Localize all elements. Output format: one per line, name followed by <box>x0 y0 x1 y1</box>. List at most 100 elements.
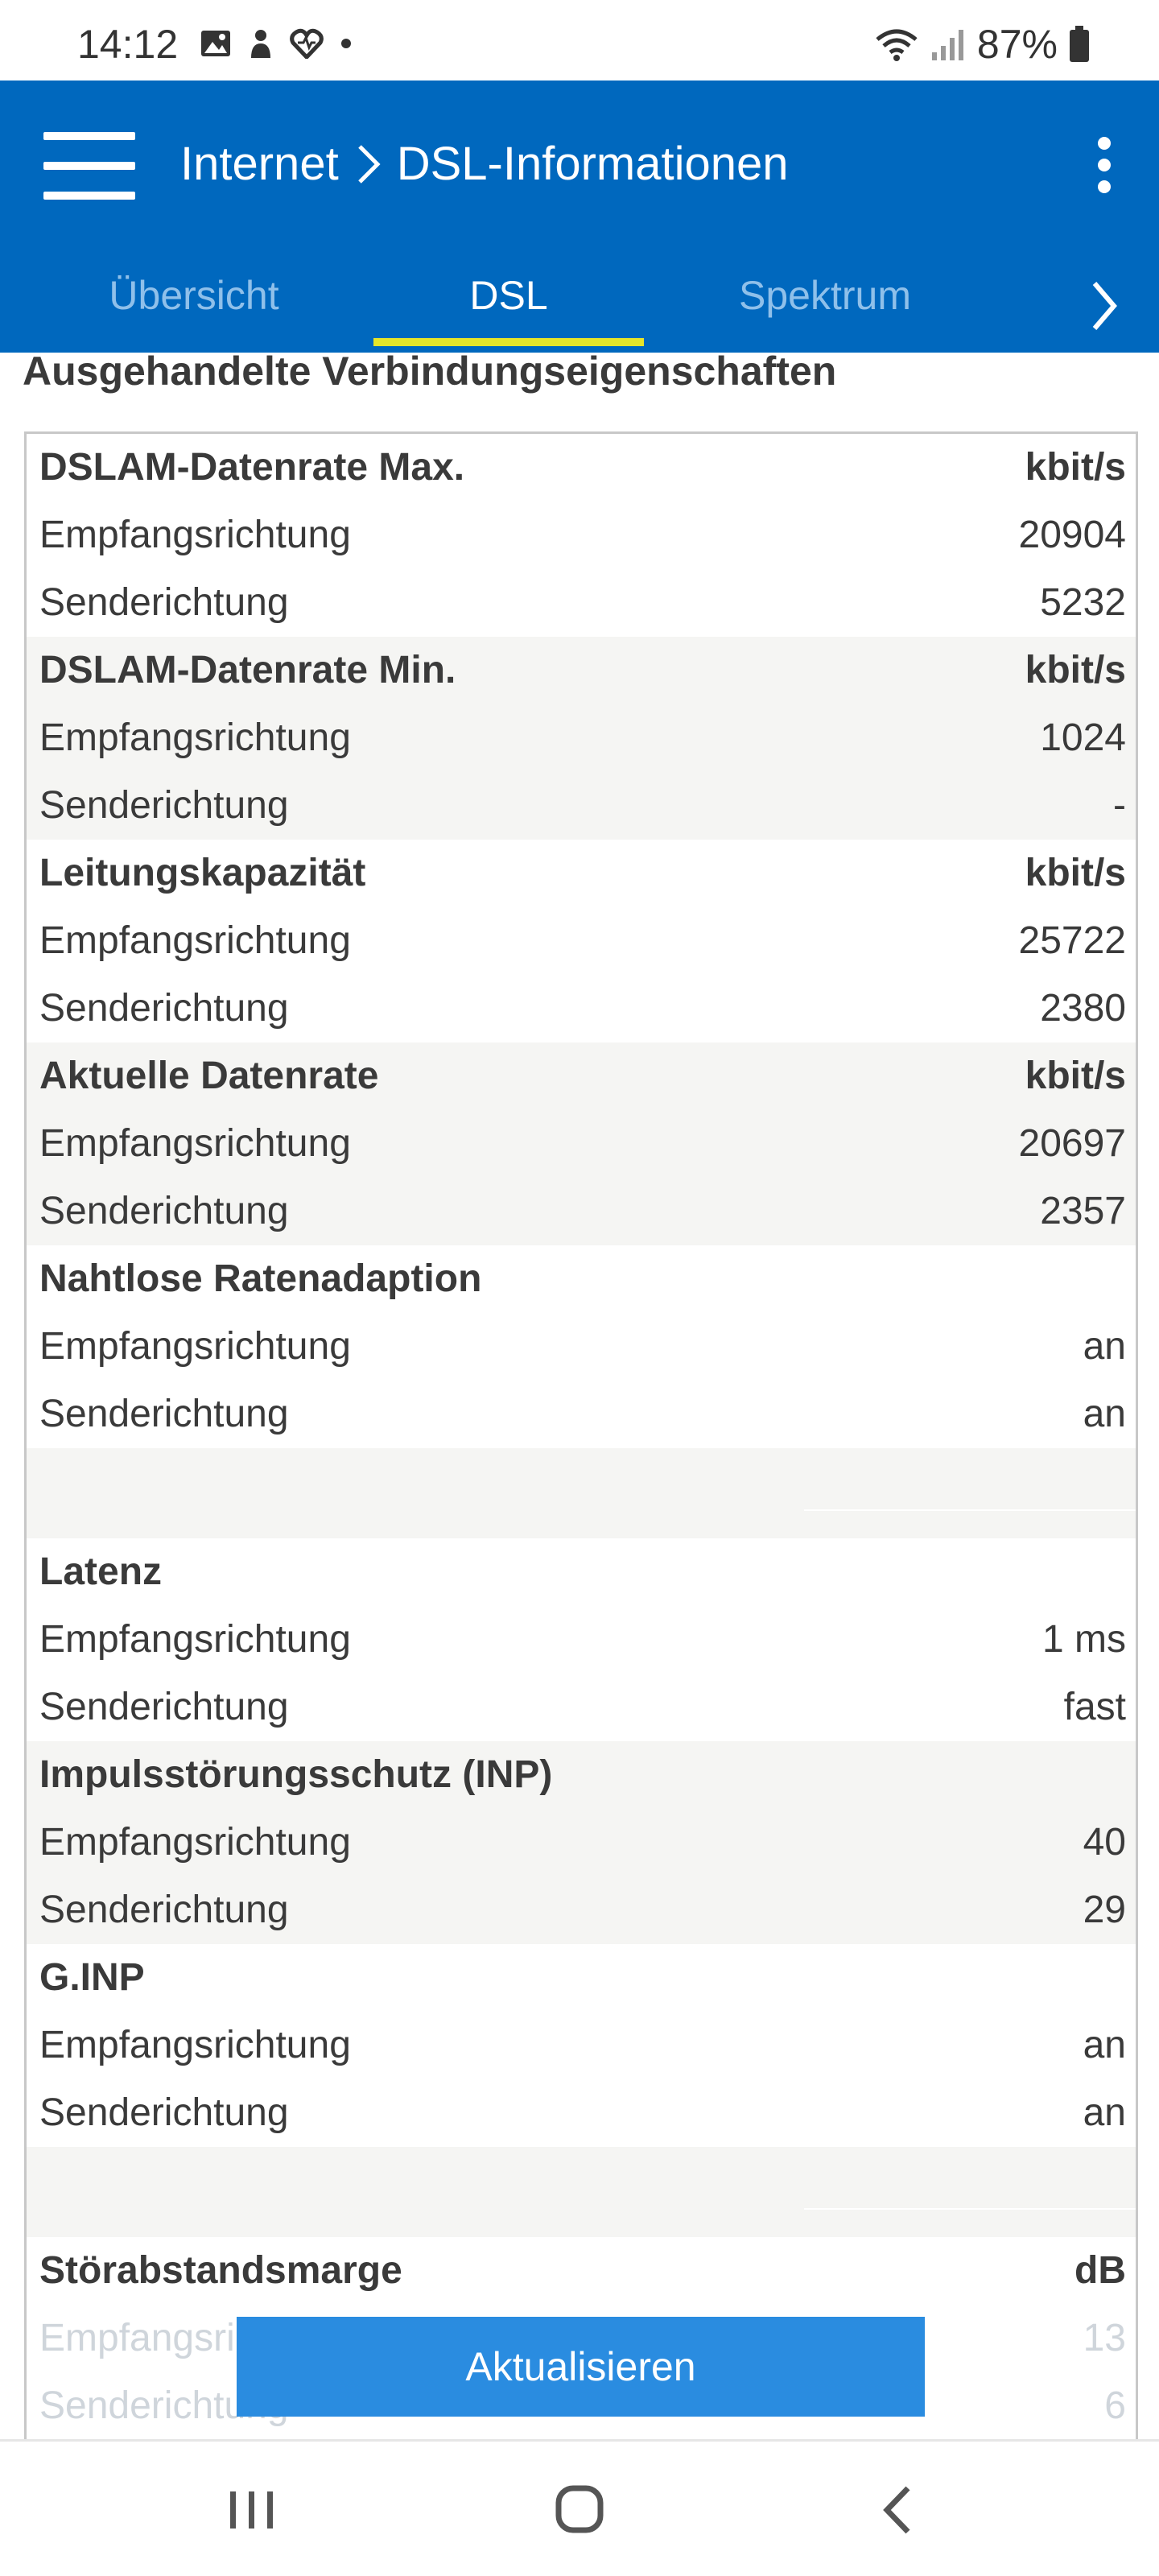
group-title: Impulsstörungsschutz (INP) <box>39 1753 553 1796</box>
group-title: Störabstandsmarge <box>39 2249 402 2292</box>
table-row: Empfangsrichtung 1 ms <box>27 1606 1136 1674</box>
section-title: Ausgehandelte Verbindungseigenschaften <box>23 349 837 394</box>
home-icon[interactable] <box>547 2482 612 2538</box>
table-row: Senderichtung 2357 <box>27 1178 1136 1245</box>
chevron-right-icon[interactable] <box>1079 274 1127 338</box>
row-value: 29 <box>1083 1889 1126 1931</box>
row-value: 6 <box>1104 2384 1126 2427</box>
group-unit: kbit/s <box>1025 852 1126 894</box>
group-title: Latenz <box>39 1550 163 1593</box>
menu-icon[interactable] <box>43 132 135 200</box>
table-row: Nahtlose Ratenadaption <box>27 1245 1136 1313</box>
breadcrumb-dsl-informationen: DSL-Informationen <box>396 138 789 190</box>
table-row: Senderichtung an <box>27 2079 1136 2147</box>
status-system: 87% <box>874 21 1090 68</box>
table-spacer <box>27 2147 1136 2237</box>
breadcrumb-internet[interactable]: Internet <box>180 137 339 191</box>
row-label: Senderichtung <box>39 2091 289 2134</box>
row-label: Empfangsrichtung <box>39 1618 351 1661</box>
active-tab-indicator <box>373 338 644 346</box>
tab-spektrum[interactable]: Spektrum <box>708 256 942 353</box>
table-spacer <box>27 1448 1136 1538</box>
recent-apps-icon[interactable] <box>219 2482 283 2538</box>
row-value: - <box>1113 784 1126 827</box>
table-row: Empfangsrichtung 1024 <box>27 704 1136 772</box>
group-unit: kbit/s <box>1025 446 1126 489</box>
connection-properties-table: DSLAM-Datenrate Max. kbit/s Empfangsrich… <box>24 431 1138 2444</box>
row-value: 13 <box>1083 2317 1126 2359</box>
row-label: Senderichtung <box>39 784 289 827</box>
row-value: 40 <box>1083 1821 1126 1864</box>
table-row: Senderichtung 5232 <box>27 569 1136 637</box>
table-row: Empfangsrichtung an <box>27 2012 1136 2079</box>
table-row: Impulsstörungsschutz (INP) <box>27 1741 1136 1809</box>
row-label: Senderichtung <box>39 1393 289 1435</box>
table-row: Senderichtung fast <box>27 1674 1136 1741</box>
row-label: Empfangsrichtung <box>39 919 351 962</box>
row-value: an <box>1083 1325 1126 1368</box>
row-label: Senderichtung <box>39 1686 289 1728</box>
signal-icon <box>931 30 963 60</box>
row-label: Empfangsrichtung <box>39 1122 351 1165</box>
group-unit: kbit/s <box>1025 1055 1126 1097</box>
group-unit: dB <box>1074 2249 1126 2292</box>
heart-icon <box>290 28 324 59</box>
gallery-icon <box>201 31 230 56</box>
table-row: DSLAM-Datenrate Min. kbit/s <box>27 637 1136 704</box>
table-row: Senderichtung 29 <box>27 1876 1136 1944</box>
status-bar: 14:12 87% <box>0 0 1159 80</box>
row-value: fast <box>1063 1686 1126 1728</box>
group-title: DSLAM-Datenrate Max. <box>39 446 465 489</box>
battery-percent: 87% <box>976 22 1058 67</box>
table-row: Empfangsrichtung 20697 <box>27 1110 1136 1178</box>
table-row: Senderichtung - <box>27 772 1136 840</box>
app-icon <box>251 30 270 58</box>
row-label: Empfangsri <box>39 2317 235 2359</box>
row-value: 5232 <box>1040 581 1126 624</box>
table-row: Aktuelle Datenrate kbit/s <box>27 1042 1136 1110</box>
more-options-icon[interactable] <box>1095 137 1114 193</box>
table-row: Latenz <box>27 1538 1136 1606</box>
status-time: 14:12 <box>77 22 179 67</box>
table-row: Störabstandsmarge dB <box>27 2237 1136 2305</box>
table-row: Empfangsrichtung an <box>27 1313 1136 1381</box>
row-label: Empfangsrichtung <box>39 514 351 556</box>
row-label: Senderichtung <box>39 1889 289 1931</box>
row-label: Senderichtung <box>39 987 289 1030</box>
row-label: Empfangsrichtung <box>39 1821 351 1864</box>
table-row: Empfangsrichtung 25722 <box>27 907 1136 975</box>
row-label: Senderichtung <box>39 581 289 624</box>
row-label: Empfangsrichtung <box>39 1325 351 1368</box>
row-value: 20697 <box>1018 1122 1126 1165</box>
system-nav-bar <box>0 2439 1159 2576</box>
table-row: Empfangsrichtung 40 <box>27 1809 1136 1876</box>
battery-icon <box>1070 26 1089 62</box>
row-value: 25722 <box>1018 919 1126 962</box>
row-label: Senderichtung <box>39 1190 289 1232</box>
table-row: Leitungskapazität kbit/s <box>27 840 1136 907</box>
back-icon[interactable] <box>868 2482 932 2538</box>
row-value: 2380 <box>1040 987 1126 1030</box>
tab-uebersicht[interactable]: Übersicht <box>77 256 311 353</box>
row-value: 20904 <box>1018 514 1126 556</box>
status-notification-icons <box>200 27 354 60</box>
group-title: Aktuelle Datenrate <box>39 1055 379 1097</box>
row-value: 1024 <box>1040 716 1126 759</box>
group-title: G.INP <box>39 1956 145 1999</box>
table-row: Senderichtung an <box>27 1381 1136 1448</box>
row-value: 2357 <box>1040 1190 1126 1232</box>
breadcrumb: Internet DSL-Informationen <box>180 137 789 191</box>
row-value: an <box>1083 2091 1126 2134</box>
group-title: Nahtlose Ratenadaption <box>39 1257 482 1300</box>
app-bar: Internet DSL-Informationen Übersicht DSL… <box>0 80 1159 353</box>
table-row: Empfangsrichtung 20904 <box>27 502 1136 569</box>
row-value: an <box>1083 1393 1126 1435</box>
wifi-icon <box>876 29 918 61</box>
group-title: Leitungskapazität <box>39 852 366 894</box>
chevron-right-icon <box>357 144 381 184</box>
table-row: DSLAM-Datenrate Max. kbit/s <box>27 434 1136 502</box>
refresh-button[interactable]: Aktualisieren <box>237 2317 925 2417</box>
row-label: Empfangsrichtung <box>39 716 351 759</box>
table-row: Senderichtung 2380 <box>27 975 1136 1042</box>
row-value: 1 ms <box>1041 1618 1126 1661</box>
